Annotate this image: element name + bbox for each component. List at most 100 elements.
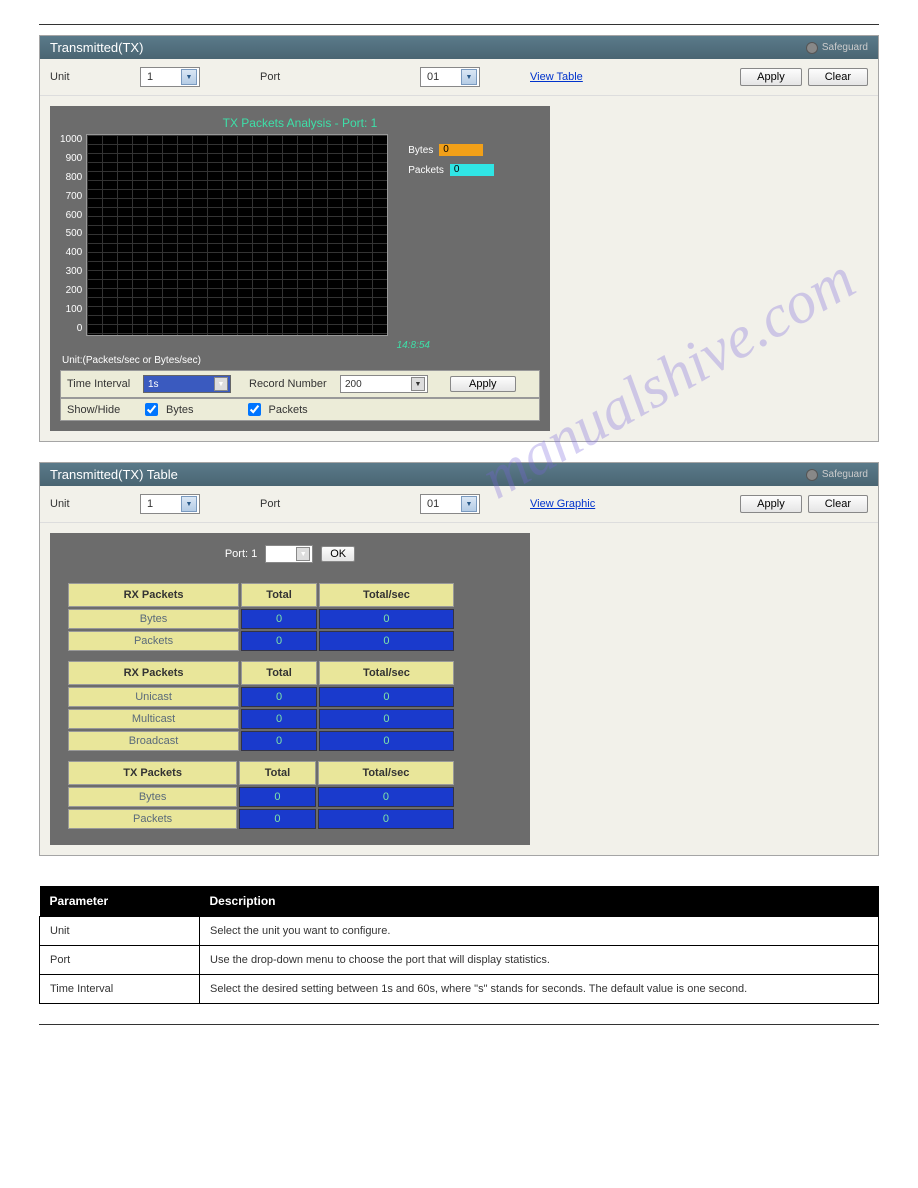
- port-header: Port: 1 1s ▼ OK: [50, 533, 530, 575]
- port-header-text: Port: 1: [225, 548, 257, 560]
- ok-button[interactable]: OK: [321, 546, 355, 562]
- y-tick: 100: [60, 304, 82, 315]
- parameter-description-table: Parameter Description UnitSelect the uni…: [39, 886, 879, 1004]
- clear-button[interactable]: Clear: [808, 68, 868, 86]
- unit-select[interactable]: 1 ▼: [140, 67, 200, 87]
- apply-button[interactable]: Apply: [740, 495, 802, 513]
- table-header: Total: [239, 761, 316, 785]
- bytes-checkbox[interactable]: [145, 403, 158, 416]
- port-value: 01: [427, 71, 439, 83]
- safeguard-indicator: Safeguard: [806, 42, 868, 54]
- panel-title: Transmitted(TX) Table: [50, 467, 178, 482]
- record-number-value: 200: [345, 379, 362, 390]
- table-header: Total/sec: [318, 761, 454, 785]
- table-row: Multicast00: [68, 709, 454, 729]
- bytes-cb-label: Bytes: [166, 404, 194, 416]
- table-row: Broadcast00: [68, 731, 454, 751]
- table-header: Total/sec: [319, 661, 454, 685]
- table-header: Total: [241, 583, 317, 607]
- total-value: 0: [241, 687, 317, 707]
- chart-apply-button[interactable]: Apply: [450, 376, 516, 392]
- chevron-down-icon: ▼: [461, 69, 477, 85]
- panel-header: Transmitted(TX) Table Safeguard: [40, 463, 878, 486]
- record-number-label: Record Number: [249, 378, 334, 390]
- time-interval-value: 1s: [148, 379, 159, 390]
- row-label: Broadcast: [68, 731, 239, 751]
- y-tick: 400: [60, 247, 82, 258]
- y-tick: 700: [60, 191, 82, 202]
- y-tick: 0: [60, 323, 82, 334]
- legend-packets-label: Packets: [408, 165, 444, 176]
- unit-note: Unit:(Packets/sec or Bytes/sec): [60, 351, 540, 370]
- stats-table: TX PacketsTotalTotal/secBytes00Packets00: [66, 759, 456, 831]
- table-row: Bytes00: [68, 609, 454, 629]
- persec-value: 0: [319, 609, 454, 629]
- unit-select[interactable]: 1 ▼: [140, 494, 200, 514]
- legend-bytes-label: Bytes: [408, 145, 433, 156]
- control-row: Unit 1 ▼ Port 01 ▼ View Graphic Apply Cl…: [40, 486, 878, 523]
- y-tick: 600: [60, 210, 82, 221]
- chevron-down-icon: ▼: [181, 69, 197, 85]
- table-header: Total/sec: [319, 583, 454, 607]
- interval-select[interactable]: 1s ▼: [265, 545, 313, 563]
- unit-value: 1: [147, 71, 153, 83]
- total-value: 0: [239, 809, 316, 829]
- table-header: Total: [241, 661, 317, 685]
- time-interval-select[interactable]: 1s ▼: [143, 375, 231, 393]
- row-label: Unicast: [68, 687, 239, 707]
- y-tick: 300: [60, 266, 82, 277]
- table-row: Bytes00: [68, 787, 454, 807]
- record-number-select[interactable]: 200 ▼: [340, 375, 428, 393]
- total-value: 0: [241, 731, 317, 751]
- total-value: 0: [241, 609, 317, 629]
- persec-value: 0: [318, 809, 454, 829]
- y-tick: 1000: [60, 134, 82, 145]
- showhide-label: Show/Hide: [67, 404, 137, 416]
- port-label: Port: [260, 498, 350, 510]
- safeguard-icon: [806, 469, 818, 481]
- control-row: Unit 1 ▼ Port 01 ▼ View Table Apply Clea…: [40, 59, 878, 96]
- desc-header: Description: [200, 886, 879, 917]
- param-cell: Port: [40, 946, 200, 975]
- chevron-down-icon: ▼: [296, 547, 310, 561]
- persec-value: 0: [319, 709, 454, 729]
- transmitted-table-panel: Transmitted(TX) Table Safeguard Unit 1 ▼…: [39, 462, 879, 856]
- chart-plot: [86, 134, 388, 336]
- table-header: RX Packets: [68, 583, 239, 607]
- clear-button[interactable]: Clear: [808, 495, 868, 513]
- chevron-down-icon: ▼: [214, 377, 228, 391]
- y-axis: 1000 900 800 700 600 500 400 300 200 100…: [60, 134, 86, 334]
- chart-area: TX Packets Analysis - Port: 1 1000 900 8…: [50, 106, 550, 431]
- persec-value: 0: [319, 631, 454, 651]
- legend-packets-value: 0: [450, 164, 494, 176]
- safeguard-label: Safeguard: [822, 42, 868, 53]
- unit-label: Unit: [50, 71, 140, 83]
- row-label: Packets: [68, 631, 239, 651]
- chart-timestamp: 14:8:54: [60, 340, 430, 351]
- transmitted-panel: Transmitted(TX) Safeguard Unit 1 ▼ Port …: [39, 35, 879, 442]
- row-label: Bytes: [68, 609, 239, 629]
- apply-button[interactable]: Apply: [740, 68, 802, 86]
- port-select[interactable]: 01 ▼: [420, 67, 480, 87]
- port-select[interactable]: 01 ▼: [420, 494, 480, 514]
- total-value: 0: [239, 787, 316, 807]
- view-graphic-link[interactable]: View Graphic: [530, 498, 595, 510]
- safeguard-icon: [806, 42, 818, 54]
- panel-header: Transmitted(TX) Safeguard: [40, 36, 878, 59]
- row-label: Multicast: [68, 709, 239, 729]
- table-row: UnitSelect the unit you want to configur…: [40, 917, 879, 946]
- packets-checkbox[interactable]: [248, 403, 261, 416]
- y-tick: 200: [60, 285, 82, 296]
- stats-table: RX PacketsTotalTotal/secUnicast00Multica…: [66, 659, 456, 753]
- table-row: Unicast00: [68, 687, 454, 707]
- table-header: RX Packets: [68, 661, 239, 685]
- persec-value: 0: [319, 731, 454, 751]
- row-label: Packets: [68, 809, 237, 829]
- y-tick: 900: [60, 153, 82, 164]
- view-table-link[interactable]: View Table: [530, 71, 583, 83]
- chevron-down-icon: ▼: [181, 496, 197, 512]
- y-tick: 500: [60, 228, 82, 239]
- total-value: 0: [241, 709, 317, 729]
- table-row: PortUse the drop-down menu to choose the…: [40, 946, 879, 975]
- safeguard-indicator: Safeguard: [806, 469, 868, 481]
